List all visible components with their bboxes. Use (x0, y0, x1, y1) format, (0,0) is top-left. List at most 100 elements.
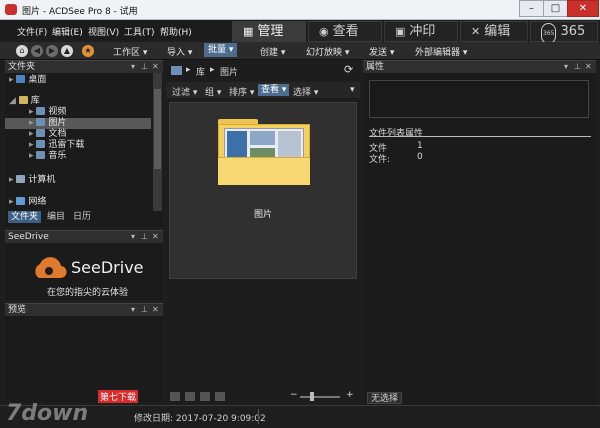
pin-icon[interactable]: ⊥ (574, 61, 581, 73)
close-panel-icon[interactable]: ✕ (585, 61, 592, 73)
back-icon[interactable]: ◀ (31, 45, 43, 57)
tree-item-label: 视频 (48, 107, 67, 117)
create-menu[interactable]: 创建 ▾ (260, 45, 285, 58)
path-separator: ▸ (186, 65, 191, 75)
status-bar: 7down 第七下载 修改日期: 2017-07-20 9:09:02 (0, 390, 600, 428)
favorite-icon[interactable]: ★ (82, 45, 94, 57)
mode-tab-edit[interactable]: ✕ 编辑 (460, 21, 528, 42)
menu-tools[interactable]: 工具(T) (124, 25, 155, 38)
tab-folders[interactable]: 文件夹 (8, 211, 42, 223)
tree-item-music[interactable]: ▸ 音乐 (5, 151, 66, 162)
tree-item-pictures[interactable]: ▸ 图片 (5, 118, 151, 129)
mode-tab-label: 编辑 (484, 24, 511, 39)
minimize-button[interactable]: – (519, 0, 544, 17)
window-title: 图片 - ACDSee Pro 8 - 试用 (22, 7, 138, 17)
action-icon-1[interactable] (170, 392, 180, 401)
menu-file[interactable]: 文件(F) (17, 25, 47, 38)
properties-panel: 属性 ▾ ⊥ ✕ 文件列表属性 文件 1 文件: 0 无选择 (363, 60, 596, 405)
up-icon[interactable]: ▲ (61, 45, 73, 57)
library-icon (18, 96, 28, 104)
tree-item-label: 计算机 (28, 175, 56, 185)
tree-item-label: 音乐 (48, 151, 67, 161)
tree-item-documents[interactable]: ▸ 文档 (5, 129, 66, 140)
network-icon (16, 197, 26, 205)
rotate-left-icon[interactable] (185, 392, 195, 401)
tree-item-network[interactable]: ▸ 网络 (5, 197, 46, 208)
maximize-button[interactable]: □ (543, 0, 568, 17)
property-value: 1 (417, 141, 423, 151)
zoom-slider[interactable] (300, 396, 340, 398)
close-panel-icon[interactable]: ✕ (152, 304, 159, 316)
create-label: 创建 (260, 48, 279, 58)
tree-item-label: 文档 (48, 129, 67, 139)
tree-item-thunder[interactable]: ▸ 迅雷下载 (5, 140, 84, 151)
thumbnail-item[interactable]: 图片 (169, 102, 357, 279)
close-button[interactable]: ✕ (567, 0, 599, 17)
browser-bottom-bar: − + (166, 390, 360, 404)
pin-icon[interactable]: ⊥ (141, 61, 148, 73)
refresh-icon[interactable]: ⟳ (344, 63, 353, 76)
folder-tree-scrollbar[interactable] (153, 73, 162, 211)
batch-menu[interactable]: 批量 ▾ (204, 43, 238, 57)
seedrive-panel-title: SeeDrive (8, 232, 49, 242)
title-bar: 图片 - ACDSee Pro 8 - 试用 – □ ✕ (0, 0, 600, 20)
workspace-menu[interactable]: 工作区 ▾ (113, 45, 147, 58)
pin-icon[interactable]: ⊥ (141, 231, 148, 243)
home-icon[interactable]: ⌂ (16, 45, 28, 57)
view-label: 查看 (261, 85, 280, 95)
panel-menu-icon[interactable]: ▾ (131, 61, 135, 73)
slideshow-menu[interactable]: 幻灯放映 ▾ (306, 45, 349, 58)
import-menu[interactable]: 导入 ▾ (167, 45, 192, 58)
mode-tab-manage[interactable]: ▦ 管理 (232, 21, 306, 42)
sort-menu[interactable]: 排序 ▾ (229, 85, 254, 98)
filter-menu[interactable]: 过滤 ▾ (172, 85, 197, 98)
filter-label: 过滤 (172, 88, 191, 98)
folders-panel: 文件夹 ▾ ⊥ ✕ ▸ 桌面 ◢ 库 ▸ 视频 ▸ 图片 ▸ 文档 ▸ 迅雷下载… (5, 60, 163, 226)
mode-tab-label: 冲印 (409, 24, 436, 39)
path-separator: ▸ (210, 65, 215, 75)
status-divider (258, 409, 259, 424)
tree-item-computer[interactable]: ▸ 计算机 (5, 175, 55, 186)
scrollbar-thumb[interactable] (154, 89, 161, 169)
zoom-in-icon[interactable]: + (346, 390, 354, 400)
menu-edit[interactable]: 编辑(E) (52, 25, 83, 38)
file-browser: ▸ 库 ▸ 图片 ⟳ 过滤 ▾ 组 ▾ 排序 ▾ 查看 ▾ 选择 ▾ ▾ 图片 … (166, 60, 360, 405)
view-menu[interactable]: 查看 ▾ (258, 84, 290, 96)
select-menu[interactable]: 选择 ▾ (293, 85, 318, 98)
panel-menu-icon[interactable]: ▾ (564, 61, 568, 73)
tree-item-library[interactable]: ◢ 库 (5, 96, 40, 107)
panel-menu-icon[interactable]: ▾ (131, 231, 135, 243)
menu-view[interactable]: 视图(V) (88, 25, 119, 38)
more-options-icon[interactable]: ▾ (350, 85, 355, 95)
close-panel-icon[interactable]: ✕ (152, 231, 159, 243)
mode-tab-view[interactable]: ◉ 查看 (308, 21, 382, 42)
forward-icon[interactable]: ▶ (46, 45, 58, 57)
path-library[interactable]: 库 (196, 65, 205, 78)
zoom-out-icon[interactable]: − (290, 390, 298, 400)
sort-label: 排序 (229, 88, 248, 98)
tab-calendar[interactable]: 日历 (70, 211, 94, 223)
external-editor-menu[interactable]: 外部编辑器 ▾ (415, 45, 467, 58)
tab-no-selection[interactable]: 无选择 (367, 392, 403, 404)
group-menu[interactable]: 组 ▾ (205, 85, 221, 98)
filter-bar: 过滤 ▾ 组 ▾ 排序 ▾ 查看 ▾ 选择 ▾ ▾ (166, 82, 360, 98)
zoom-slider-thumb[interactable] (310, 392, 314, 401)
close-panel-icon[interactable]: ✕ (152, 61, 159, 73)
compare-icon[interactable] (215, 392, 225, 401)
tab-catalog[interactable]: 编目 (44, 211, 68, 223)
mode-tab-develop[interactable]: ▣ 冲印 (384, 21, 458, 42)
tree-item-desktop[interactable]: ▸ 桌面 (5, 75, 46, 86)
tree-item-label: 网络 (28, 197, 47, 207)
video-folder-icon (36, 107, 46, 115)
panel-menu-icon[interactable]: ▾ (131, 304, 135, 316)
rotate-right-icon[interactable] (200, 392, 210, 401)
path-pictures[interactable]: 图片 (220, 65, 238, 78)
menu-bar: 文件(F) 编辑(E) 视图(V) 工具(T) 帮助(H) (0, 20, 230, 40)
send-menu[interactable]: 发送 ▾ (369, 45, 394, 58)
pin-icon[interactable]: ⊥ (141, 304, 148, 316)
mode-tab-label: 管理 (257, 24, 284, 39)
preview-panel: 预览 ▾ ⊥ ✕ (5, 303, 163, 403)
mode-tab-365[interactable]: 365 365 (530, 21, 598, 44)
tree-item-videos[interactable]: ▸ 视频 (5, 107, 66, 118)
menu-help[interactable]: 帮助(H) (160, 25, 192, 38)
